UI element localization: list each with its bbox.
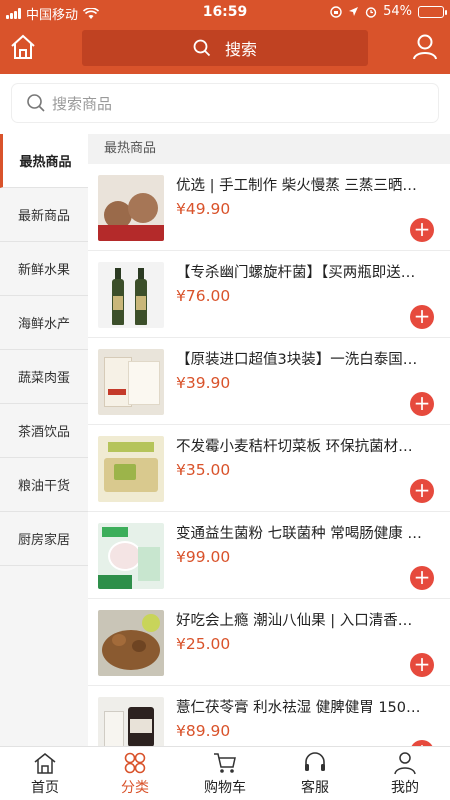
product-item[interactable]: 变通益生菌粉 七联菌种 常喝肠健康 … ¥99.00 +	[88, 512, 450, 599]
home-button[interactable]	[8, 32, 38, 62]
user-icon	[413, 34, 437, 60]
sidebar-item-label: 茶酒饮品	[17, 425, 70, 440]
alarm-icon	[365, 6, 377, 18]
product-image	[98, 523, 164, 589]
product-image	[98, 610, 164, 676]
sidebar-item-label: 新鲜水果	[17, 263, 70, 278]
product-item[interactable]: 不发霉小麦秸杆切菜板 环保抗菌材… ¥35.00 +	[88, 425, 450, 512]
product-item[interactable]: 好吃会上瘾 潮汕八仙果 | 入口清香… ¥25.00 +	[88, 599, 450, 686]
add-to-cart-button[interactable]: +	[410, 392, 434, 416]
add-to-cart-button[interactable]: +	[410, 479, 434, 503]
add-to-cart-button[interactable]: +	[410, 653, 434, 677]
product-title: 不发霉小麦秸杆切菜板 环保抗菌材…	[176, 439, 413, 455]
sidebar-item-label: 最热商品	[19, 155, 72, 170]
tab-label: 分类	[121, 779, 149, 796]
battery-percent: 54%	[383, 4, 412, 19]
bottom-tab-bar: 首页 分类 购物车 客服 我的	[0, 746, 450, 800]
tab-home[interactable]: 首页	[0, 747, 90, 800]
product-item[interactable]: 薏仁茯苓膏 利水祛湿 健脾健胃 150… ¥89.90 +	[88, 686, 450, 746]
tab-label: 首页	[31, 779, 59, 796]
tab-label: 我的	[391, 779, 419, 796]
sidebar-item-label: 最新商品	[17, 209, 70, 224]
product-price: ¥76.00	[176, 287, 231, 305]
product-image	[98, 262, 164, 328]
product-price: ¥35.00	[176, 461, 231, 479]
search-icon	[193, 39, 211, 57]
user-button[interactable]	[410, 32, 440, 62]
product-price: ¥25.00	[176, 635, 231, 653]
home-icon	[11, 34, 35, 59]
headset-icon	[305, 751, 325, 771]
tab-service[interactable]: 客服	[270, 747, 360, 800]
sidebar-item-grains[interactable]: 粮油干货	[0, 458, 88, 512]
tab-profile[interactable]: 我的	[360, 747, 450, 800]
sidebar-item-label: 粮油干货	[17, 479, 70, 494]
tab-cart[interactable]: 购物车	[180, 747, 270, 800]
product-item[interactable]: 【原装进口超值3块装】一洗白泰国… ¥39.90 +	[88, 338, 450, 425]
product-title: 薏仁茯苓膏 利水祛湿 健脾健胃 150…	[176, 700, 421, 716]
product-title: 【专杀幽门螺旋杆菌】【买两瓶即送…	[176, 265, 416, 281]
product-price: ¥89.90	[176, 722, 231, 740]
add-to-cart-button[interactable]: +	[410, 566, 434, 590]
sidebar-item-kitchen[interactable]: 厨房家居	[0, 512, 88, 566]
status-right: 54%	[330, 4, 447, 19]
cart-icon	[214, 752, 236, 773]
sidebar-item-new[interactable]: 最新商品	[0, 188, 88, 242]
battery-icon	[418, 5, 447, 18]
header-search-label: 搜索	[224, 40, 257, 59]
product-title: 好吃会上瘾 潮汕八仙果 | 入口清香…	[176, 613, 413, 629]
product-title: 【原装进口超值3块装】一洗白泰国…	[176, 352, 418, 368]
home-icon	[34, 752, 56, 774]
sidebar-item-hot[interactable]: 最热商品	[0, 134, 88, 188]
search-icon	[27, 94, 45, 112]
product-title: 优选 | 手工制作 柴火慢蒸 三蒸三晒…	[176, 178, 417, 194]
product-image	[98, 175, 164, 241]
sidebar-item-drinks[interactable]: 茶酒饮品	[0, 404, 88, 458]
category-icon	[124, 752, 146, 773]
product-price: ¥49.90	[176, 200, 231, 218]
header-search-button[interactable]: 搜索	[82, 30, 368, 66]
add-to-cart-button[interactable]: +	[410, 305, 434, 329]
sidebar-item-seafood[interactable]: 海鲜水产	[0, 296, 88, 350]
product-image	[98, 436, 164, 502]
sidebar-item-vegetables[interactable]: 蔬菜肉蛋	[0, 350, 88, 404]
product-image	[98, 349, 164, 415]
rotation-lock-icon	[330, 5, 342, 18]
add-to-cart-button[interactable]: +	[410, 218, 434, 242]
product-list: 最热商品 优选 | 手工制作 柴火慢蒸 三蒸三晒… ¥49.90 + 【专杀幽门…	[88, 134, 450, 746]
tab-label: 购物车	[204, 779, 246, 796]
location-icon	[349, 7, 359, 16]
product-price: ¥39.90	[176, 374, 231, 392]
tab-category[interactable]: 分类	[90, 747, 180, 800]
product-image	[98, 697, 164, 746]
user-icon	[394, 751, 416, 774]
sidebar-item-label: 海鲜水产	[17, 317, 70, 332]
sidebar-item-label: 蔬菜肉蛋	[17, 371, 70, 386]
sidebar-item-label: 厨房家居	[17, 533, 70, 548]
product-price: ¥99.00	[176, 548, 231, 566]
sidebar-item-fruit[interactable]: 新鲜水果	[0, 242, 88, 296]
product-title: 变通益生菌粉 七联菌种 常喝肠健康 …	[176, 526, 422, 542]
category-sidebar: 最热商品 最新商品 新鲜水果 海鲜水产 蔬菜肉蛋 茶酒饮品 粮油干货 厨房家居	[0, 134, 88, 746]
status-bar: 中国移动 16:59 54%	[0, 0, 450, 24]
product-item[interactable]: 优选 | 手工制作 柴火慢蒸 三蒸三晒… ¥49.90 +	[88, 164, 450, 251]
product-search-input[interactable]: 搜索商品	[12, 84, 438, 122]
tab-label: 客服	[301, 779, 329, 796]
search-placeholder: 搜索商品	[52, 94, 113, 113]
section-title: 最热商品	[88, 134, 450, 164]
product-item[interactable]: 【专杀幽门螺旋杆菌】【买两瓶即送… ¥76.00 +	[88, 251, 450, 338]
